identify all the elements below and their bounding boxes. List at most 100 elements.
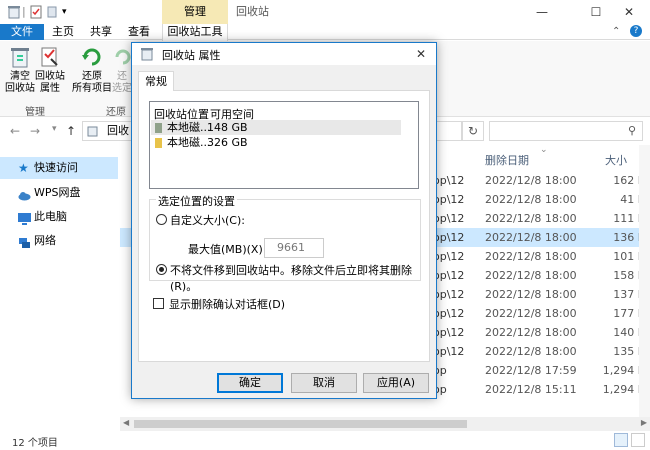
minimize-button[interactable]: — [521,0,563,24]
up-arrow-icon[interactable]: ↑ [66,124,76,138]
no-move-label[interactable]: 不将文件移到回收站中。移除文件后立即将其删除(R)。 [170,262,420,294]
tab-share[interactable]: 共享 [86,24,116,40]
file-name-cell: op\12 [433,212,465,225]
location-name: 本地磁... [167,121,211,134]
deleted-date-cell: 2022/12/8 18:00 [485,212,577,225]
size-cell: 177 K [613,307,645,320]
deleted-date-cell: 2022/12/8 17:59 [485,364,577,377]
file-name-cell: op\12 [433,307,465,320]
tab-general[interactable]: 常规 [138,71,174,91]
restore-all-line1: 还原 [82,71,102,82]
item-count: 12 个项目 [12,438,58,449]
file-name-cell: op\12 [433,269,465,282]
column-size[interactable]: 大小 [605,152,627,168]
nav-label: 此电脑 [34,210,67,223]
restore-selected-button[interactable]: 还 选定 [112,45,132,95]
size-cell: 162 K [613,174,645,187]
recycle-bin-small-icon [8,5,20,19]
tab-file[interactable]: 文件 [0,24,44,40]
confirm-delete-label[interactable]: 显示删除确认对话框(D) [169,296,285,312]
max-size-input[interactable]: 9661 [264,238,324,258]
size-cell: 140 K [613,326,645,339]
scroll-right-icon[interactable]: ▶ [641,418,647,427]
confirm-delete-checkbox[interactable] [153,298,164,309]
empty-recycle-bin-button[interactable]: 清空 回收站 [3,45,37,95]
selected-location-settings: 选定位置的设置 自定义大小(C): 最大值(MB)(X): 9661 不将文件移… [149,193,421,293]
details-view-button[interactable] [614,433,628,447]
refresh-icon: ↻ [467,124,479,138]
separator: | [22,5,26,18]
location-row[interactable]: 本地磁... 326 GB [151,135,401,150]
nav-item-quick-access[interactable]: ★ 快速访问 [0,157,118,179]
location-space: 148 GB [207,121,248,134]
large-icons-view-button[interactable] [631,433,645,447]
cancel-button[interactable]: 取消 [291,373,357,393]
properties-dialog: 回收站 属性 ✕ 常规 回收站位置 可用空间 本地磁... 148 GB 本地磁… [131,42,437,399]
size-cell: 136 K [613,231,645,244]
new-folder-quick-icon[interactable] [46,5,58,19]
column-deleted-date[interactable]: 删除日期 [485,152,529,168]
address-path: 回收 [107,124,129,137]
properties-quick-icon[interactable] [30,5,42,19]
file-name-cell: op\12 [433,193,465,206]
help-icon[interactable]: ? [630,25,642,37]
size-cell: 101 K [613,250,645,263]
horizontal-scrollbar[interactable]: ◀ ▶ [120,417,650,431]
nav-label: 网络 [34,234,56,247]
location-list[interactable]: 回收站位置 可用空间 本地磁... 148 GB 本地磁... 326 GB [149,101,419,189]
tab-recycle-bin-tools[interactable]: 回收站工具 [162,24,228,41]
recent-locations-icon[interactable]: ▾ [52,124,57,134]
tab-home[interactable]: 主页 [48,24,78,40]
refresh-button[interactable]: ↻ [462,121,484,141]
deleted-date-cell: 2022/12/8 18:00 [485,288,577,301]
restore-sel-line2: 选定 [112,83,132,94]
apply-button[interactable]: 应用(A) [363,373,429,393]
tab-view[interactable]: 查看 [124,24,154,40]
dialog-close-button[interactable]: ✕ [410,44,432,64]
back-arrow-icon[interactable]: ← [10,124,20,138]
horizontal-scroll-thumb[interactable] [134,420,467,428]
forward-arrow-icon[interactable]: → [30,124,40,138]
ok-button[interactable]: 确定 [217,373,283,393]
scroll-left-icon[interactable]: ◀ [123,418,129,427]
size-cell: 1,294 K [602,364,645,377]
status-bar: 12 个项目 [0,431,650,450]
restore-selected-icon [115,49,131,65]
custom-size-label[interactable]: 自定义大小(C): [170,212,245,228]
max-size-label: 最大值(MB)(X): [188,243,267,256]
network-icon [18,235,30,248]
custom-size-radio[interactable] [156,214,167,225]
nav-item-wps-cloud[interactable]: WPS网盘 [0,182,118,204]
no-move-radio[interactable] [156,264,167,275]
search-input[interactable]: ⚲ [489,121,643,141]
restore-all-button[interactable]: 还原 所有项目 [72,45,112,95]
file-name-cell: op\12 [433,345,465,358]
deleted-date-cell: 2022/12/8 18:00 [485,326,577,339]
recycle-bin-properties-button[interactable]: 回收站 属性 [33,45,67,95]
deleted-date-cell: 2022/12/8 18:00 [485,193,577,206]
drive-icon [155,138,162,148]
close-button[interactable]: ✕ [608,0,650,24]
search-icon: ⚲ [627,124,636,137]
nav-item-this-pc[interactable]: 此电脑 [0,206,118,228]
file-name-cell: op\12 [433,231,465,244]
customize-toolbar-icon[interactable]: ▾ [62,5,67,19]
recycle-bin-dialog-icon [140,47,154,61]
location-row[interactable]: 本地磁... 148 GB [151,120,401,135]
collapse-ribbon-icon[interactable]: ⌃ [612,26,620,37]
file-name-cell: op\12 [433,174,465,187]
ribbon-tab-bar: 文件 主页 共享 查看 回收站工具 ⌃ ? [0,24,650,41]
vertical-scrollbar[interactable] [639,145,650,417]
drive-icon [155,123,162,133]
deleted-date-cell: 2022/12/8 18:00 [485,269,577,282]
group-label-manage: 管理 [25,107,45,118]
contextual-tab-manage: 管理 [162,0,228,24]
deleted-date-cell: 2022/12/8 18:00 [485,250,577,263]
deleted-date-cell: 2022/12/8 18:00 [485,307,577,320]
props-label-line2: 属性 [40,83,60,94]
restore-sel-line1: 还 [117,71,127,82]
size-cell: 137 K [613,288,645,301]
dialog-title-bar: 回收站 属性 ✕ [132,43,436,65]
file-name-cell: op\12 [433,250,465,263]
nav-item-network[interactable]: 网络 [0,230,118,252]
